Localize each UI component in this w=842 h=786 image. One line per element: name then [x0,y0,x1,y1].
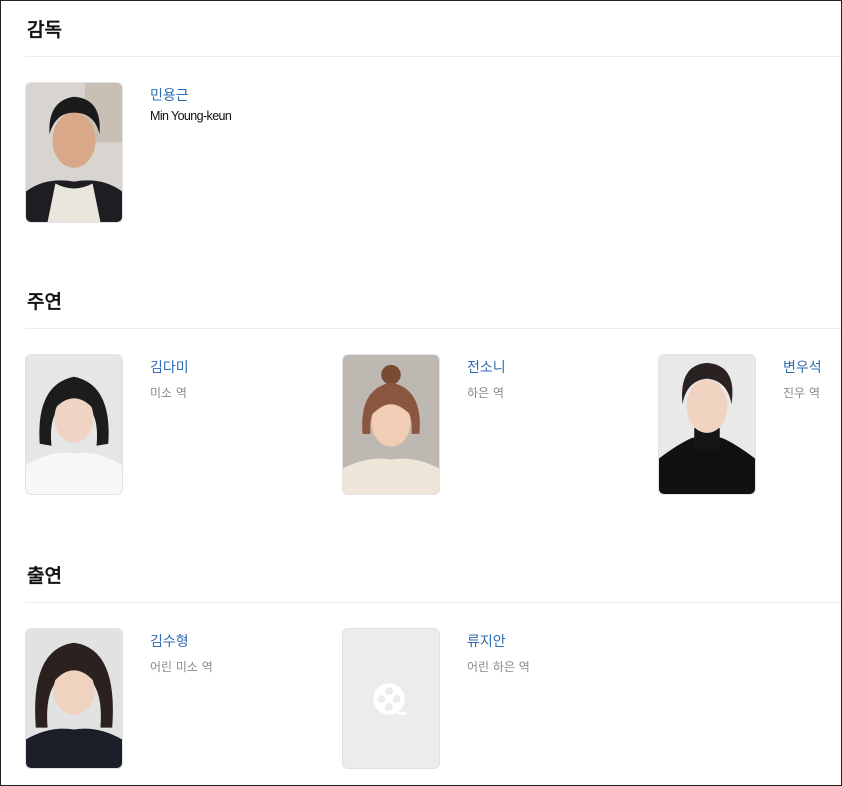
person-name-link[interactable]: 전소니 [467,357,506,377]
section-title: 감독 [27,19,62,41]
person-card[interactable]: 변우석 진우 역 [658,354,841,496]
divider [25,602,841,603]
person-name-link[interactable]: 김다미 [150,357,189,377]
person-role: 미소 역 [150,386,187,400]
person-photo-icon[interactable] [342,354,440,495]
person-name-link[interactable]: 김수형 [150,631,189,651]
person-name-link[interactable]: 변우석 [783,357,822,377]
person-english-name: Min Young-keun [150,109,232,123]
person-role: 어린 하은 역 [467,660,530,674]
person-card[interactable]: 김수형 어린 미소 역 [25,628,325,770]
section-title: 출연 [27,565,62,587]
divider [25,328,841,329]
divider [25,56,841,57]
person-photo-icon[interactable] [25,82,123,223]
person-name-link[interactable]: 민용근 [150,85,189,105]
film-reel-placeholder-icon[interactable] [342,628,440,769]
person-name-link[interactable]: 류지안 [467,631,506,651]
section-title: 주연 [27,291,62,313]
person-role: 진우 역 [783,386,820,400]
person-card[interactable]: 류지안 어린 하은 역 [342,628,642,770]
cast-crew-panel: 감독 민용근 Min Young-keun 주연 김다미 미소 역 전소니 하은… [0,0,842,786]
person-photo-icon[interactable] [25,354,123,495]
person-card[interactable]: 전소니 하은 역 [342,354,642,496]
person-card[interactable]: 김다미 미소 역 [25,354,325,496]
person-photo-icon[interactable] [658,354,756,495]
person-card[interactable]: 민용근 Min Young-keun [25,82,325,224]
person-role: 하은 역 [467,386,504,400]
person-role: 어린 미소 역 [150,660,213,674]
person-photo-icon[interactable] [25,628,123,769]
